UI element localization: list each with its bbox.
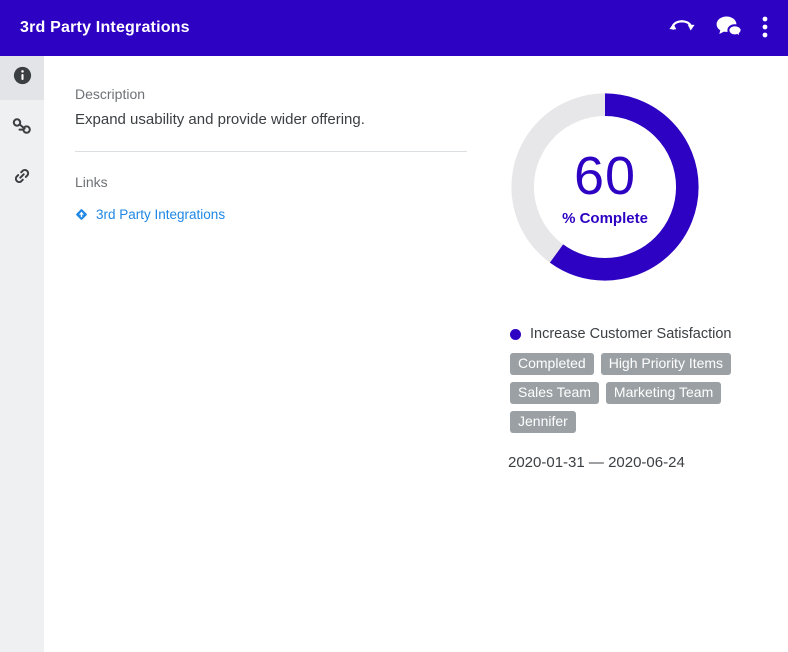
app-body: Description Expand usability and provide… [0,56,788,652]
diamond-objective-icon [75,208,88,221]
tag-chip: Sales Team [510,382,599,404]
sync-icon [668,15,696,42]
link-icon [12,166,32,191]
tag-chip: Marketing Team [606,382,721,404]
app-header: 3rd Party Integrations [0,0,788,56]
main-content: Description Expand usability and provide… [44,56,788,652]
legend-label: Increase Customer Satisfaction [530,326,731,342]
comments-button[interactable] [713,12,745,45]
percent-complete-value: 60 [574,149,636,203]
linked-item[interactable]: 3rd Party Integrations [75,207,467,222]
chart-legend: Increase Customer Satisfaction [510,326,747,342]
relations-icon [11,116,33,141]
header-actions [666,12,770,45]
info-icon [13,66,32,90]
sidebar-item-info[interactable] [0,56,44,100]
sync-button[interactable] [666,13,698,44]
sidebar-item-relations[interactable] [0,106,44,150]
description-label: Description [75,86,467,102]
kebab-menu-icon [762,15,768,42]
tag-chip: Jennifer [510,411,576,433]
tag-chip: High Priority Items [601,353,731,375]
page-title: 3rd Party Integrations [20,19,190,37]
donut-center: 60 % Complete [507,89,703,285]
sidebar [0,56,44,652]
progress-donut-chart: 60 % Complete [507,89,703,285]
progress-panel: 60 % Complete Increase Customer Satisfac… [505,86,747,652]
tag-chip: Completed [510,353,594,375]
tag-list: Completed High Priority ItemsSales Team Ma… [510,353,745,433]
linked-item-label[interactable]: 3rd Party Integrations [96,207,225,222]
percent-complete-label: % Complete [562,210,648,227]
description-text: Expand usability and provide wider offer… [75,111,467,129]
date-range: 2020-01-31 — 2020-06-24 [508,454,747,471]
sidebar-item-links[interactable] [0,156,44,200]
links-label: Links [75,174,467,190]
details-panel: Description Expand usability and provide… [75,86,467,652]
section-divider [75,151,467,152]
chat-icon [715,14,743,43]
overflow-menu-button[interactable] [760,13,770,44]
legend-dot [510,329,521,340]
